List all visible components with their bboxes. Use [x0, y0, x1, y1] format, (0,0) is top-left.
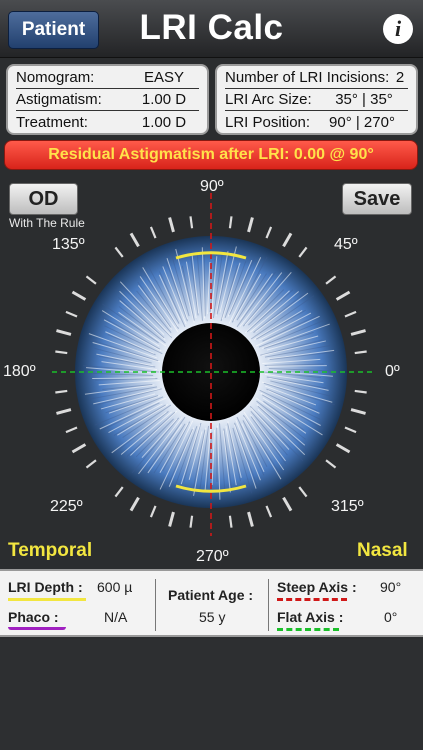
- degree-tick: [55, 350, 68, 355]
- degree-tick: [228, 216, 233, 229]
- degree-tick: [129, 496, 140, 512]
- treatment-row: Treatment: 1.00 D: [16, 111, 199, 133]
- phaco-label: Phaco :: [8, 609, 59, 625]
- degree-tick: [247, 217, 254, 233]
- incisions-label: Number of LRI Incisions:: [225, 69, 390, 86]
- nomogram-value: EASY: [143, 69, 185, 86]
- flat-axis-legend: [277, 628, 339, 631]
- degree-tick: [114, 486, 124, 498]
- degree-tick: [56, 408, 72, 415]
- divider-1: [155, 579, 156, 631]
- incisions-row: Number of LRI Incisions: 2: [225, 67, 408, 89]
- lri-depth-label: LRI Depth :: [8, 579, 83, 595]
- treatment-value: 1.00 D: [141, 113, 187, 131]
- degree-tick: [350, 329, 366, 336]
- nomogram-label: Nomogram:: [16, 69, 95, 86]
- degree-tick: [247, 511, 254, 527]
- lri-position-row: LRI Position: 90° | 270°: [225, 111, 408, 133]
- degree-tick: [335, 290, 351, 301]
- temporal-label: Temporal: [8, 540, 93, 561]
- degree-tick: [149, 505, 157, 518]
- info-icon[interactable]: i: [383, 14, 413, 44]
- lri-position-label: LRI Position:: [225, 113, 311, 131]
- nomogram-row: Nomogram: EASY: [16, 67, 199, 89]
- deg-45-label: 45º: [334, 236, 358, 253]
- treatment-label: Treatment:: [16, 113, 88, 131]
- astigmatism-value: 1.00 D: [141, 91, 187, 108]
- nasal-label: Nasal: [357, 540, 408, 561]
- degree-tick: [189, 216, 194, 229]
- degree-tick: [354, 350, 367, 355]
- degree-tick: [114, 246, 124, 258]
- arc-size-value: 35° | 35°: [335, 91, 393, 108]
- degree-tick: [350, 408, 366, 415]
- patient-age-value: 55 y: [199, 609, 226, 625]
- degree-tick: [149, 226, 157, 239]
- arc-size-label: LRI Arc Size:: [225, 91, 312, 108]
- degree-tick: [228, 515, 233, 528]
- lri-depth-value: 600 µ: [97, 579, 133, 595]
- deg-135-label: 135º: [52, 236, 85, 253]
- degree-tick: [335, 443, 351, 454]
- phaco-value: N/A: [104, 609, 128, 625]
- summary-panel-right: Number of LRI Incisions: 2 LRI Arc Size:…: [215, 64, 418, 135]
- degree-tick: [168, 217, 175, 233]
- incisions-value: 2: [395, 69, 405, 86]
- deg-180-label: 180º: [3, 363, 36, 380]
- bottom-info-panel: LRI Depth : 600 µ Phaco : N/A Patient Ag…: [0, 569, 423, 637]
- lri-depth-legend-line: [8, 598, 86, 601]
- steep-axis-value: 90°: [380, 579, 402, 595]
- degree-tick: [65, 426, 78, 434]
- degree-tick: [65, 310, 78, 318]
- lri-position-value: 90° | 270°: [329, 113, 395, 131]
- degree-tick: [325, 459, 337, 469]
- degree-tick: [71, 443, 87, 454]
- phaco-legend-line: [8, 627, 66, 630]
- astigmatism-label: Astigmatism:: [16, 91, 102, 108]
- steep-axis-legend: [277, 598, 347, 601]
- deg-0-label: 0º: [385, 363, 400, 380]
- degree-tick: [55, 389, 68, 394]
- page-title: LRI Calc: [139, 8, 284, 47]
- degree-tick: [282, 496, 293, 512]
- degree-tick: [265, 226, 273, 239]
- degree-tick: [354, 389, 367, 394]
- steep-axis-label: Steep Axis :: [277, 579, 357, 595]
- degree-tick: [282, 232, 293, 248]
- degree-tick: [168, 511, 175, 527]
- degree-tick: [56, 329, 72, 336]
- degree-tick: [189, 515, 194, 528]
- arc-size-row: LRI Arc Size: 35° | 35°: [225, 89, 408, 111]
- astigmatism-row: Astigmatism: 1.00 D: [16, 89, 199, 111]
- degree-tick: [298, 486, 308, 498]
- degree-tick: [325, 275, 337, 285]
- degree-tick: [344, 310, 357, 318]
- degree-tick: [298, 246, 308, 258]
- degree-tick: [85, 459, 97, 469]
- residual-astigmatism-banner: Residual Astigmatism after LRI: 0.00 @ 9…: [4, 140, 418, 170]
- patient-age-label: Patient Age :: [168, 587, 254, 603]
- degree-tick: [71, 290, 87, 301]
- deg-315-label: 315º: [331, 498, 364, 515]
- iris-fiber: [92, 377, 156, 380]
- degree-tick: [129, 232, 140, 248]
- degree-tick: [265, 505, 273, 518]
- deg-225-label: 225º: [50, 498, 83, 515]
- degree-tick: [85, 275, 97, 285]
- summary-panel-left: Nomogram: EASY Astigmatism: 1.00 D Treat…: [6, 64, 209, 135]
- degree-tick: [344, 426, 357, 434]
- footer-background: [0, 639, 423, 750]
- flat-axis-label: Flat Axis :: [277, 609, 344, 625]
- nav-bar: Patient LRI Calc i: [0, 0, 423, 58]
- deg-270-label: 270º: [196, 548, 229, 565]
- divider-2: [268, 579, 269, 631]
- deg-90-label: 90º: [200, 178, 224, 195]
- flat-axis-value: 0°: [384, 609, 398, 625]
